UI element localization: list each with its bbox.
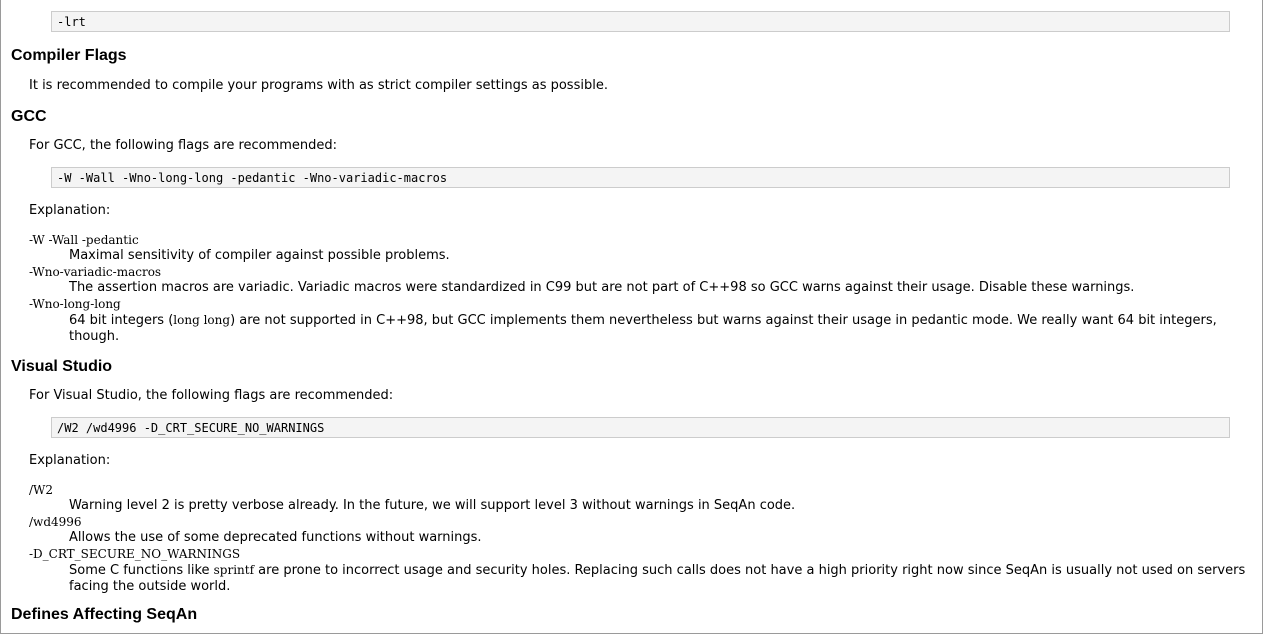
inline-code-long-long: long long [173, 313, 231, 327]
desc-text-after: ) are not supported in C++98, but GCC im… [69, 313, 1217, 344]
gcc-explanation-label: Explanation: [29, 203, 111, 218]
compiler-flags-intro: It is recommended to compile your progra… [29, 78, 608, 93]
inline-code-sprintf: sprintf [213, 563, 255, 577]
gcc-desc-w-wall-pedantic: Maximal sensitivity of compiler against … [69, 248, 450, 263]
gcc-term-wno-variadic-macros: -Wno-variadic-macros [29, 265, 162, 279]
vs-term-crt-secure: -D_CRT_SECURE_NO_WARNINGS [29, 547, 241, 561]
window-frame-left [0, 0, 1, 634]
vs-term-wd4996: /wd4996 [29, 515, 82, 529]
code-block-vs-flags: /W2 /wd4996 -D_CRT_SECURE_NO_WARNINGS [51, 417, 1230, 438]
heading-visual-studio: Visual Studio [11, 358, 113, 375]
gcc-intro: For GCC, the following flags are recomme… [29, 138, 338, 153]
gcc-desc-wno-variadic-macros: The assertion macros are variadic. Varia… [69, 280, 1135, 295]
heading-gcc: GCC [11, 108, 47, 125]
code-block-lrt: -lrt [51, 11, 1230, 32]
desc-text-before: Some C functions like [69, 563, 214, 578]
gcc-term-w-wall-pedantic: -W -Wall -pedantic [29, 233, 139, 247]
gcc-desc-wno-long-long: 64 bit integers (long long) are not supp… [69, 312, 1249, 345]
vs-term-w2: /W2 [29, 483, 54, 497]
desc-text-before: 64 bit integers ( [69, 313, 174, 328]
visual-studio-intro: For Visual Studio, the following flags a… [29, 388, 394, 403]
vs-explanation-label: Explanation: [29, 453, 111, 468]
heading-compiler-flags: Compiler Flags [11, 47, 127, 64]
code-block-gcc-flags: -W -Wall -Wno-long-long -pedantic -Wno-v… [51, 167, 1230, 188]
vs-desc-crt-secure: Some C functions like sprintf are prone … [69, 562, 1249, 595]
heading-defines-affecting-seqan: Defines Affecting SeqAn [11, 606, 198, 623]
vs-desc-w2: Warning level 2 is pretty verbose alread… [69, 498, 796, 513]
vs-desc-wd4996: Allows the use of some deprecated functi… [69, 530, 482, 545]
gcc-term-wno-long-long: -Wno-long-long [29, 297, 121, 311]
